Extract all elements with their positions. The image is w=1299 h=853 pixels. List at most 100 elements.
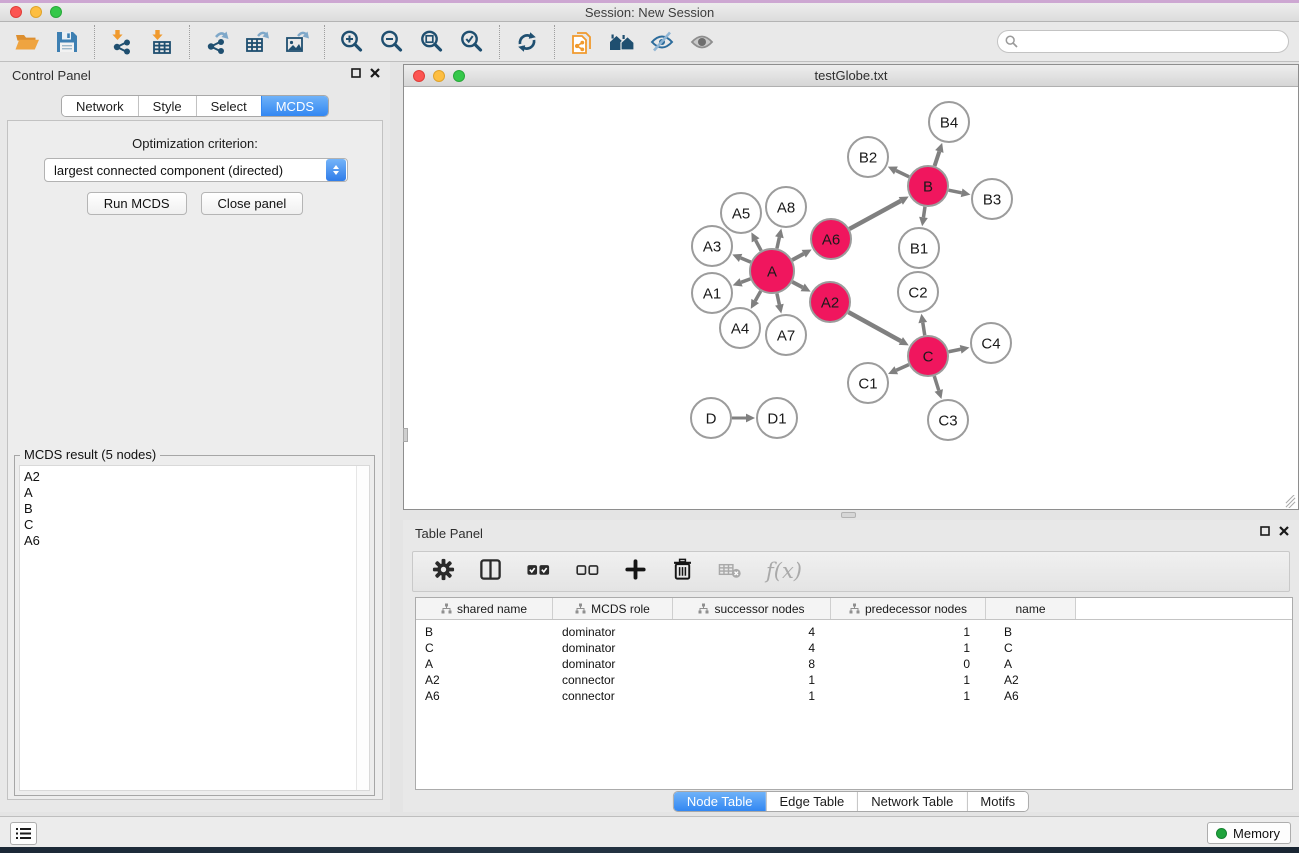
- cell-successor-nodes[interactable]: 4: [673, 641, 831, 655]
- network-edge-A-A7[interactable]: [777, 293, 779, 304]
- zoom-fit-icon[interactable]: [412, 26, 452, 58]
- cell-successor-nodes[interactable]: 8: [673, 657, 831, 671]
- hide-selected-icon[interactable]: [642, 26, 682, 58]
- network-edge-C-C4[interactable]: [949, 349, 961, 351]
- network-edge-A-A2[interactable]: [792, 282, 802, 288]
- node-table[interactable]: shared nameMCDS rolesuccessor nodesprede…: [415, 597, 1293, 790]
- mcds-result-item[interactable]: B: [20, 501, 369, 517]
- control-tab-network[interactable]: Network: [62, 96, 138, 116]
- network-edge-B-B1[interactable]: [923, 207, 925, 218]
- column-header-successor-nodes[interactable]: successor nodes: [673, 598, 831, 619]
- network-edge-A-A1[interactable]: [741, 279, 750, 282]
- table-tab-edge-table[interactable]: Edge Table: [765, 792, 857, 811]
- save-session-icon[interactable]: [47, 26, 87, 58]
- cell-shared-name[interactable]: A: [416, 657, 553, 671]
- create-column-icon[interactable]: [623, 557, 648, 587]
- table-tab-motifs[interactable]: Motifs: [966, 792, 1028, 811]
- column-header-shared-name[interactable]: shared name: [416, 598, 553, 619]
- table-row[interactable]: Adominator80A: [416, 656, 1292, 672]
- column-header-MCDS-role[interactable]: MCDS role: [553, 598, 673, 619]
- cell-MCDS-role[interactable]: dominator: [553, 641, 673, 655]
- zoom-in-icon[interactable]: [332, 26, 372, 58]
- cell-predecessor-nodes[interactable]: 0: [831, 657, 986, 671]
- split-handle[interactable]: [403, 428, 408, 442]
- run-mcds-button[interactable]: Run MCDS: [87, 192, 187, 215]
- mcds-list-scrollbar[interactable]: [356, 466, 369, 790]
- zoom-selected-icon[interactable]: [452, 26, 492, 58]
- cell-name[interactable]: B: [986, 625, 1076, 639]
- close-panel-button[interactable]: Close panel: [201, 192, 304, 215]
- cell-predecessor-nodes[interactable]: 1: [831, 673, 986, 687]
- network-edge-B-B3[interactable]: [949, 190, 962, 193]
- table-tab-node-table[interactable]: Node Table: [674, 792, 766, 811]
- cell-name[interactable]: A6: [986, 689, 1076, 703]
- cell-predecessor-nodes[interactable]: 1: [831, 689, 986, 703]
- close-panel-icon[interactable]: [370, 68, 380, 78]
- cell-MCDS-role[interactable]: connector: [553, 689, 673, 703]
- network-edge-C-C1[interactable]: [896, 365, 909, 371]
- cell-shared-name[interactable]: A2: [416, 673, 553, 687]
- cell-successor-nodes[interactable]: 4: [673, 625, 831, 639]
- close-table-panel-icon[interactable]: [1279, 526, 1289, 536]
- home-view-icon[interactable]: [602, 26, 642, 58]
- cell-name[interactable]: A: [986, 657, 1076, 671]
- horizontal-divider-handle[interactable]: [841, 512, 856, 518]
- table-settings-icon[interactable]: [431, 557, 456, 587]
- column-header-predecessor-nodes[interactable]: predecessor nodes: [831, 598, 986, 619]
- table-row[interactable]: A2connector11A2: [416, 672, 1292, 688]
- cell-name[interactable]: A2: [986, 673, 1076, 687]
- cell-predecessor-nodes[interactable]: 1: [831, 625, 986, 639]
- mcds-result-item[interactable]: A6: [20, 533, 369, 549]
- cell-MCDS-role[interactable]: dominator: [553, 625, 673, 639]
- network-edge-B-B4[interactable]: [935, 151, 940, 166]
- mcds-result-item[interactable]: C: [20, 517, 369, 533]
- cell-successor-nodes[interactable]: 1: [673, 673, 831, 687]
- cell-predecessor-nodes[interactable]: 1: [831, 641, 986, 655]
- delete-columns-icon[interactable]: [670, 557, 695, 587]
- export-network-icon[interactable]: [197, 26, 237, 58]
- network-edge-A-A5[interactable]: [756, 240, 762, 250]
- network-edge-B-B2[interactable]: [896, 170, 909, 176]
- copy-network-icon[interactable]: [562, 26, 602, 58]
- mcds-result-item[interactable]: A2: [20, 469, 369, 485]
- control-tab-style[interactable]: Style: [138, 96, 196, 116]
- search-input[interactable]: [1023, 34, 1288, 49]
- open-session-icon[interactable]: [7, 26, 47, 58]
- export-image-icon[interactable]: [277, 26, 317, 58]
- refresh-icon[interactable]: [507, 26, 547, 58]
- network-edge-A-A4[interactable]: [755, 291, 761, 301]
- cell-name[interactable]: C: [986, 641, 1076, 655]
- network-edge-C-C2[interactable]: [923, 323, 925, 336]
- memory-button[interactable]: Memory: [1207, 822, 1291, 844]
- table-tab-network-table[interactable]: Network Table: [857, 792, 966, 811]
- network-window-titlebar[interactable]: testGlobe.txt: [404, 65, 1298, 87]
- float-panel-icon[interactable]: [351, 68, 361, 78]
- export-table-icon[interactable]: [237, 26, 277, 58]
- cell-MCDS-role[interactable]: dominator: [553, 657, 673, 671]
- float-table-panel-icon[interactable]: [1260, 526, 1270, 536]
- control-tab-mcds[interactable]: MCDS: [261, 96, 328, 116]
- cell-shared-name[interactable]: A6: [416, 689, 553, 703]
- show-columns-icon[interactable]: [478, 557, 503, 587]
- cell-shared-name[interactable]: B: [416, 625, 553, 639]
- criterion-select[interactable]: largest connected component (directed): [44, 158, 348, 182]
- column-header-name[interactable]: name: [986, 598, 1076, 619]
- cell-successor-nodes[interactable]: 1: [673, 689, 831, 703]
- table-row[interactable]: Bdominator41B: [416, 624, 1292, 640]
- network-edge-A6-B[interactable]: [849, 201, 900, 229]
- resize-grip-icon[interactable]: [1284, 495, 1297, 508]
- network-edge-A-A8[interactable]: [777, 237, 779, 248]
- mcds-result-item[interactable]: A: [20, 485, 369, 501]
- network-edge-A-A3[interactable]: [741, 258, 751, 262]
- network-edge-A2-C[interactable]: [848, 312, 900, 341]
- task-history-button[interactable]: [10, 822, 37, 845]
- show-all-icon[interactable]: [682, 26, 722, 58]
- table-row[interactable]: A6connector11A6: [416, 688, 1292, 704]
- select-all-columns-icon[interactable]: [525, 557, 552, 587]
- zoom-out-icon[interactable]: [372, 26, 412, 58]
- import-table-icon[interactable]: [142, 26, 182, 58]
- control-tab-select[interactable]: Select: [196, 96, 261, 116]
- network-edge-A-A6[interactable]: [792, 254, 804, 260]
- unselect-all-columns-icon[interactable]: [574, 557, 601, 587]
- cell-MCDS-role[interactable]: connector: [553, 673, 673, 687]
